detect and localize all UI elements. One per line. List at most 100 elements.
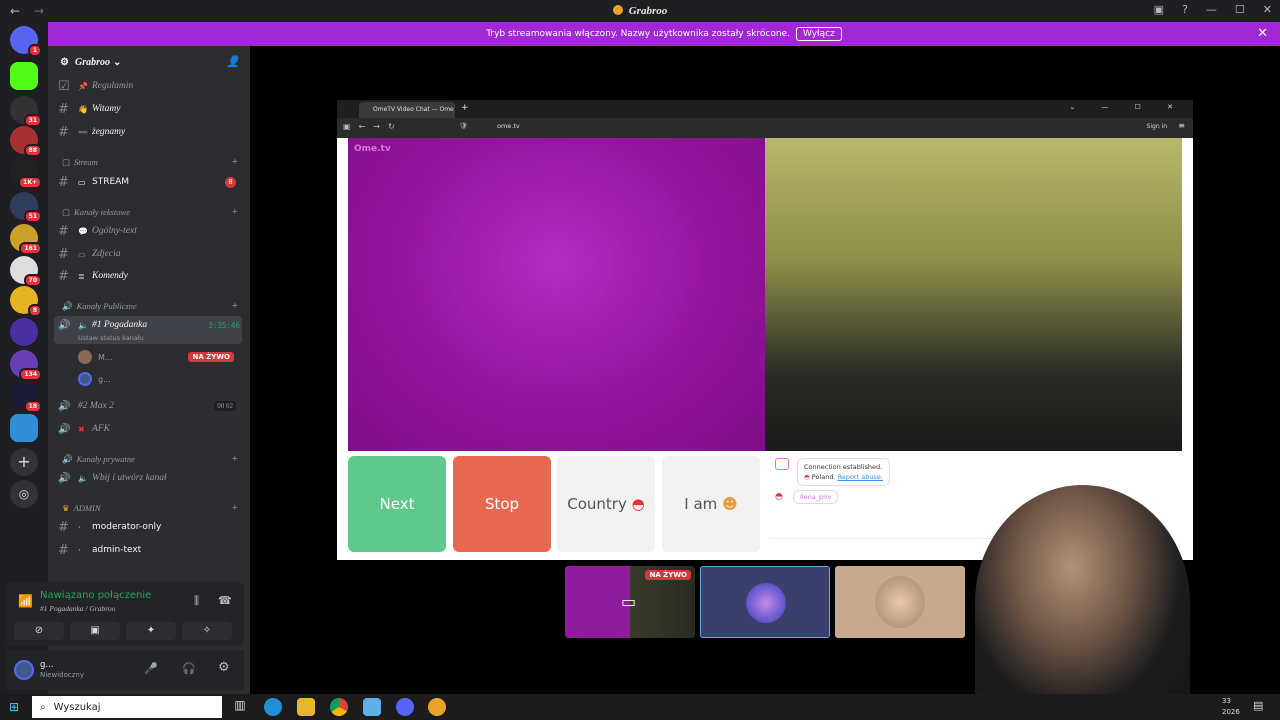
discover-icon[interactable]: ◎ [10, 480, 38, 508]
windows-start-icon[interactable]: ⊞ [9, 700, 19, 714]
stream-thumbnail-avatar[interactable] [700, 566, 830, 638]
browser-tab-strip: OmeTV Video Chat — Ome + ⌄ — ☐ ✕ [337, 100, 1193, 118]
hash-icon: # [58, 268, 69, 284]
chrome-icon[interactable] [330, 698, 348, 716]
activities-button[interactable]: ✦ [126, 622, 176, 640]
add-channel-icon[interactable]: + [232, 206, 238, 218]
taskbar-search[interactable]: ⌕ Wyszukaj [32, 696, 222, 718]
camera-off-button[interactable]: ⊘ [14, 622, 64, 640]
voice-user-2[interactable]: g... [78, 370, 238, 388]
live-badge: NA ŻYWO [645, 570, 691, 580]
server-icon-7[interactable]: 70 [10, 256, 42, 287]
server-icon-3[interactable]: 88 [10, 126, 42, 157]
voice-channel-max2[interactable]: 🔊 #2 Max 2 00 02 [58, 396, 244, 416]
close-icon[interactable]: ✕ [1263, 3, 1272, 16]
discord-taskbar-icon[interactable] [396, 698, 414, 716]
user-settings-icon[interactable]: ⚙ [218, 660, 230, 675]
gender-button[interactable]: I am ☻ [662, 456, 760, 552]
stream-thumbnail-screen[interactable]: NA ŻYWO ▭ [565, 566, 695, 638]
category-text[interactable]: ▢ Kanały tekstowe + [62, 205, 246, 219]
minimize-icon[interactable]: — [1206, 3, 1217, 16]
new-tab-icon[interactable]: + [461, 103, 469, 113]
speaker-icon: 🔊 [58, 400, 71, 412]
channel-admin-text[interactable]: # · admin-text [58, 540, 244, 560]
close-banner-icon[interactable]: ✕ [1257, 26, 1268, 41]
edge-icon[interactable] [264, 698, 282, 716]
browser-signin[interactable]: Sign in [1147, 123, 1167, 130]
microphone-icon[interactable]: 🎤 [144, 662, 158, 675]
disconnect-icon[interactable]: ☎ [218, 594, 232, 607]
channel-status-hint[interactable]: Ustaw status kanału [78, 334, 144, 342]
chat-input[interactable] [771, 538, 1001, 554]
voice-channel-afk[interactable]: 🔊 ✖ AFK [58, 419, 244, 439]
channel-zdjecia[interactable]: # ▭ Zdjecia [58, 244, 244, 264]
notifications-icon[interactable]: ▤ [1253, 699, 1263, 712]
server-icon-kick[interactable] [10, 62, 38, 90]
avatar[interactable] [14, 660, 34, 680]
server-icon-6[interactable]: 161 [10, 224, 42, 255]
server-icon-9[interactable] [10, 318, 38, 346]
channel-regulamin[interactable]: ☑ 📌 Regulamin [58, 76, 244, 96]
server-icon-2[interactable]: 31 [10, 96, 42, 127]
browser-tab[interactable]: OmeTV Video Chat — Ome [359, 102, 455, 118]
address-bar[interactable]: ome.tv [497, 122, 520, 130]
category-stream[interactable]: ▢ Stream + [62, 155, 246, 169]
windows-taskbar: ⊞ ⌕ Wyszukaj ▥ 33 2026 ▤ [0, 694, 1280, 720]
remote-video: Ome.tv [348, 138, 765, 451]
report-abuse-link[interactable]: Report abuse. [838, 473, 883, 481]
invite-people-icon[interactable]: 👤 [226, 55, 240, 68]
country-button[interactable]: Country ◓ [557, 456, 655, 552]
pin-icon: 📌 [78, 81, 88, 91]
maximize-icon[interactable]: ☐ [1235, 3, 1245, 16]
noise-suppression-icon[interactable]: ⫼ [194, 594, 199, 608]
server-icon-12[interactable] [10, 414, 38, 442]
channel-komendy[interactable]: # ≣ Komendy [58, 266, 244, 286]
inbox-icon[interactable]: ▣ [1154, 3, 1164, 16]
next-button[interactable]: Next [348, 456, 446, 552]
disable-streamer-mode-button[interactable]: Wyłącz [795, 27, 842, 41]
soundboard-button[interactable]: ✧ [182, 622, 232, 640]
menu-icon[interactable]: ≡ [1178, 121, 1185, 130]
server-icon-4[interactable]: 1K+ [10, 158, 42, 189]
server-icon-10[interactable]: 134 [10, 350, 42, 381]
app-taskbar-icon[interactable] [428, 698, 446, 716]
category-private[interactable]: 🔊 Kanały prywatne + [62, 452, 246, 466]
search-icon: ⌕ [40, 701, 46, 713]
browser-nav-icons[interactable]: ▣←→↻ [343, 122, 403, 131]
poland-flag-icon: ◓ [775, 492, 783, 502]
notepad-icon[interactable] [363, 698, 381, 716]
stream-thumbnail-user[interactable] [835, 566, 965, 638]
task-view-icon[interactable]: ▥ [231, 698, 249, 716]
server-icon-5[interactable]: 51 [10, 192, 42, 223]
server-header[interactable]: ⚙ Grabroo ⌄ 👤 [48, 46, 250, 78]
help-icon[interactable]: ? [1182, 3, 1188, 16]
connection-channel[interactable]: #1 Pogadanka / Grabroo [40, 604, 115, 613]
channel-stream[interactable]: # ▭ STREAM 8 [58, 172, 244, 192]
add-server-icon[interactable]: + [10, 448, 38, 476]
local-video [765, 138, 1182, 451]
channel-witamy[interactable]: # 👋 Witamy [58, 99, 244, 119]
add-channel-icon[interactable]: + [232, 502, 238, 514]
screen-share-button[interactable]: ▣ [70, 622, 120, 640]
voice-user-1[interactable]: M... NA ŻYWO [78, 348, 238, 366]
add-channel-icon[interactable]: + [232, 453, 238, 465]
connection-status[interactable]: Nawiązano połączenie [40, 590, 151, 601]
voice-channel-wbij[interactable]: 🔊 🔈 Wbij i utwórz kanał [58, 468, 244, 488]
file-explorer-icon[interactable] [297, 698, 315, 716]
category-public[interactable]: 🔊 Kanały Publiczne + [62, 299, 246, 313]
voice-channel-pogadanka[interactable]: 🔊 🔈 #1 Pogadanka 3:35:46 [58, 315, 244, 335]
signal-icon: 📶 [18, 594, 33, 608]
add-channel-icon[interactable]: + [232, 300, 238, 312]
server-icon-11[interactable]: 18 [10, 382, 42, 413]
user-name[interactable]: g... [40, 660, 54, 670]
stop-button[interactable]: Stop [453, 456, 551, 552]
headphones-icon[interactable]: 🎧 [182, 662, 196, 675]
category-admin[interactable]: ♛ ADMIN + [62, 501, 246, 515]
add-channel-icon[interactable]: + [232, 156, 238, 168]
channel-ogolny[interactable]: # 💬 Ogólny-text [58, 221, 244, 241]
channel-moderator-only[interactable]: # · moderator-only [58, 517, 244, 537]
server-icon-8[interactable]: 8 [10, 286, 42, 317]
discord-home-icon[interactable]: 1 [10, 26, 42, 57]
hash-icon: # [58, 174, 69, 190]
channel-zegnamy[interactable]: # ➖ żegnamy [58, 122, 244, 142]
